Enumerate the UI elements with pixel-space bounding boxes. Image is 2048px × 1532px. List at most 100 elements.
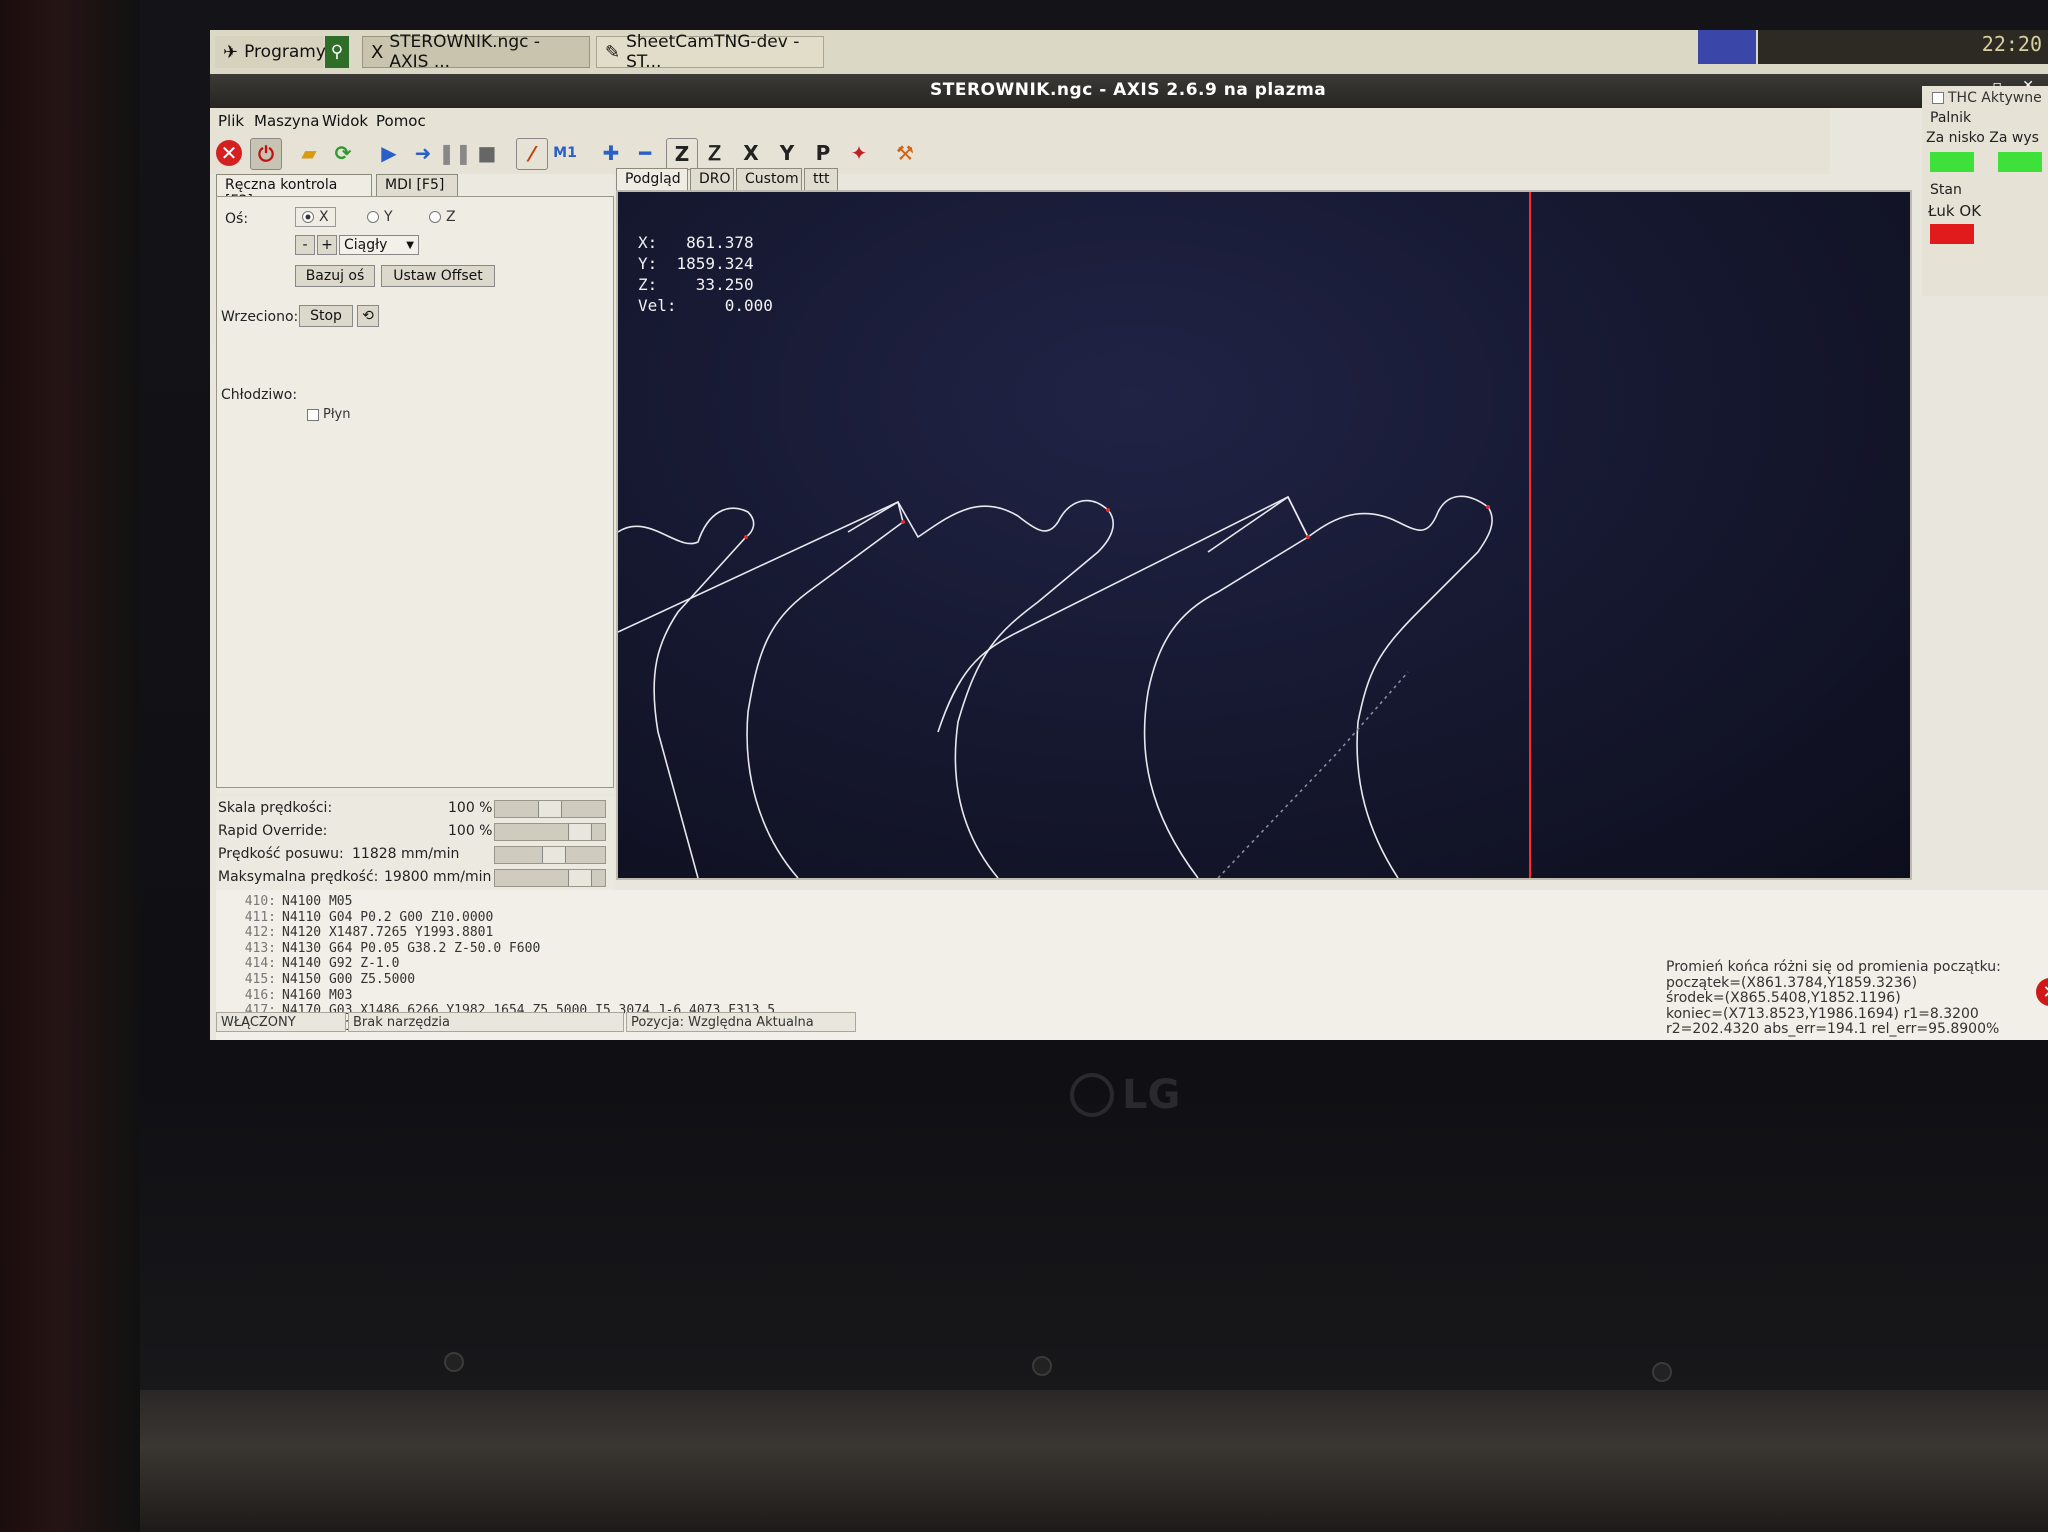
gcode-line[interactable]: 416: N4160 M03 [230, 988, 775, 1004]
reload-icon[interactable]: ⟳ [328, 138, 358, 168]
position-mode: Pozycja: Względna Aktualna [626, 1012, 856, 1032]
line-number: 415: [244, 971, 276, 987]
machine-state: WŁĄCZONY [216, 1012, 346, 1032]
block-delete-icon[interactable]: ⁄ [516, 138, 548, 170]
view-y-icon[interactable]: Y [772, 138, 802, 168]
zoom-in-icon[interactable]: ✚ [596, 138, 626, 168]
folder-open-icon[interactable]: ▰ [294, 138, 324, 168]
axis-x-radio[interactable]: X [295, 207, 336, 227]
tab-dro[interactable]: DRO [690, 168, 734, 190]
toolpath-part [618, 507, 755, 878]
torch-group-label: Palnik [1930, 110, 1972, 126]
chevron-down-icon: ▼ [406, 239, 414, 251]
toolpath-part [847, 499, 1114, 878]
home-axis-button[interactable]: Bazuj oś [295, 265, 375, 287]
spindle-stop-button[interactable]: Stop [299, 305, 353, 327]
arc-ok-label: Łuk OK [1928, 202, 1982, 220]
step-icon[interactable]: ➜ [408, 138, 438, 168]
clear-plot-icon[interactable]: ⚒ [890, 138, 920, 168]
axis-x-icon: X [371, 41, 384, 63]
error-line: koniec=(X713.8523,Y1986.1694) r1=8.3200 [1666, 1005, 1979, 1022]
tab-preview[interactable]: Podgląd [616, 168, 688, 190]
menu-plik[interactable]: Plik [218, 112, 244, 130]
jog-minus-button[interactable]: - [295, 235, 315, 255]
stop-icon[interactable]: ■ [472, 138, 502, 168]
gcode-line[interactable]: 415: N4150 G00 Z5.5000 [230, 972, 775, 988]
power-icon[interactable]: ⏻ [250, 138, 282, 170]
rotate-view-icon[interactable]: ✦ [844, 138, 874, 168]
task-sheetcam-window[interactable]: ✎ SheetCamTNG-dev - ST... [596, 32, 824, 72]
gcode-text: N4150 G00 Z5.5000 [282, 971, 416, 987]
view-z-icon[interactable]: Z [666, 138, 698, 170]
start-menu-button[interactable]: ✈ Programy [215, 36, 326, 68]
slider-row: Skala prędkości: 100 % [218, 798, 614, 820]
error-line: r2=202.4320 abs_err=194.1 rel_err=95.890… [1666, 1021, 2000, 1037]
feed-scale-slider[interactable] [494, 800, 606, 818]
bezel-button [1032, 1356, 1052, 1376]
tab-custom[interactable]: Custom [736, 168, 802, 190]
gcode-text: N4100 M05 [282, 894, 353, 909]
dro-z: Z: 33.250 [638, 275, 754, 294]
view-p-icon[interactable]: P [808, 138, 838, 168]
torch-low-led [1930, 152, 1974, 172]
jog-plus-button[interactable]: + [317, 235, 337, 255]
slider-label: Skala prędkości: [218, 800, 333, 816]
line-number: 412: [244, 925, 276, 941]
menubar: Plik Maszyna Widok Pomoc [210, 108, 1830, 134]
spindle-reverse-icon[interactable]: ⟲ [357, 305, 379, 327]
slider-knob[interactable] [568, 824, 592, 840]
run-icon[interactable]: ▶ [374, 138, 404, 168]
estop-icon[interactable]: ✕ [216, 140, 242, 166]
pencil-icon: ✎ [605, 41, 621, 63]
set-offset-button[interactable]: Ustaw Offset [381, 265, 495, 287]
max-velocity-slider[interactable] [494, 869, 606, 887]
slider-label: Prędkość posuwu: [218, 846, 344, 862]
view-z2-icon[interactable]: Ꮓ [700, 138, 730, 168]
axis-z-radio[interactable]: Z [429, 209, 456, 225]
tab-manual-control[interactable]: Ręczna kontrola [F3] [216, 174, 372, 209]
rapid-override-slider[interactable] [494, 823, 606, 841]
tab-ttt[interactable]: ttt [804, 168, 838, 190]
menu-widok[interactable]: Widok [322, 112, 368, 130]
manual-control-panel: Ręczna kontrola [F3] MDI [F5] Oś: X Y Z … [216, 174, 614, 794]
gcode-text: N4110 G04 P0.2 G00 Z10.0000 [282, 909, 494, 925]
tray-network-icon[interactable] [1698, 30, 1756, 64]
slider-value: 19800 mm/min [384, 869, 492, 885]
status-bar: WŁĄCZONY Brak narzędzia Pozycja: Względn… [216, 1012, 866, 1032]
view-x-icon[interactable]: X [736, 138, 766, 168]
menu-pomoc[interactable]: Pomoc [376, 112, 426, 130]
gcode-line[interactable]: 411: N4110 G04 P0.2 G00 Z10.0000 [230, 910, 775, 926]
window-title: STEROWNIK.ngc - AXIS 2.6.9 na plazma [930, 80, 1327, 100]
jog-panel: Oś: X Y Z - + Ciągły ▼ Bazuj oś Ustaw Of… [216, 196, 614, 788]
gcode-line[interactable]: 413: N4130 G64 P0.05 G38.2 Z-50.0 F600 [230, 941, 775, 957]
tab-mdi[interactable]: MDI [F5] [376, 174, 458, 196]
task-axis-window[interactable]: X STEROWNIK.ngc - AXIS ... [362, 32, 590, 72]
slider-value: 11828 mm/min [352, 846, 460, 862]
toolpath-part [937, 495, 1310, 878]
toolpath-shapes [618, 495, 1493, 878]
toolpath-preview[interactable]: X: 861.378 Y: 1859.324 Z: 33.250 Vel: 0.… [616, 190, 1912, 880]
gcode-line[interactable]: 412: N4120 X1487.7265 Y1993.8801 [230, 925, 775, 941]
pause-icon[interactable]: ❚❚ [438, 138, 472, 168]
flood-checkbox[interactable]: Płyn [307, 407, 350, 422]
lg-circle-icon [1070, 1073, 1114, 1117]
thc-active-checkbox[interactable]: THC Aktywne [1932, 90, 2042, 106]
line-number: 416: [244, 987, 276, 1003]
toolbar: ✕ ⏻ ▰ ⟳ ▶ ➜ ❚❚ ■ ⁄ M1 ✚ ━ Z Ꮓ X Y P ✦ ⚒ [210, 134, 1830, 174]
slider-knob[interactable] [542, 847, 566, 863]
gcode-line[interactable]: 414: N4140 G92 Z-1.0 [230, 956, 775, 972]
menu-maszyna[interactable]: Maszyna [254, 112, 319, 130]
background-left [0, 0, 140, 1532]
axis-y-radio[interactable]: Y [367, 209, 393, 225]
jog-speed-slider[interactable] [494, 846, 606, 864]
terminal-launcher[interactable]: ⚲ [325, 36, 349, 68]
jog-mode-select[interactable]: Ciągły ▼ [339, 235, 419, 255]
error-message: Promień końca różni się od promienia poc… [1666, 959, 2046, 1038]
slider-knob[interactable] [538, 801, 562, 817]
optional-stop-icon[interactable]: M1 [550, 138, 580, 168]
zoom-out-icon[interactable]: ━ [630, 138, 660, 168]
toolpath-canvas [618, 192, 1531, 878]
slider-knob[interactable] [568, 870, 592, 886]
slider-row: Maksymalna prędkość: 19800 mm/min [218, 867, 614, 889]
gcode-line[interactable]: 410: N4100 M05 [230, 894, 775, 910]
